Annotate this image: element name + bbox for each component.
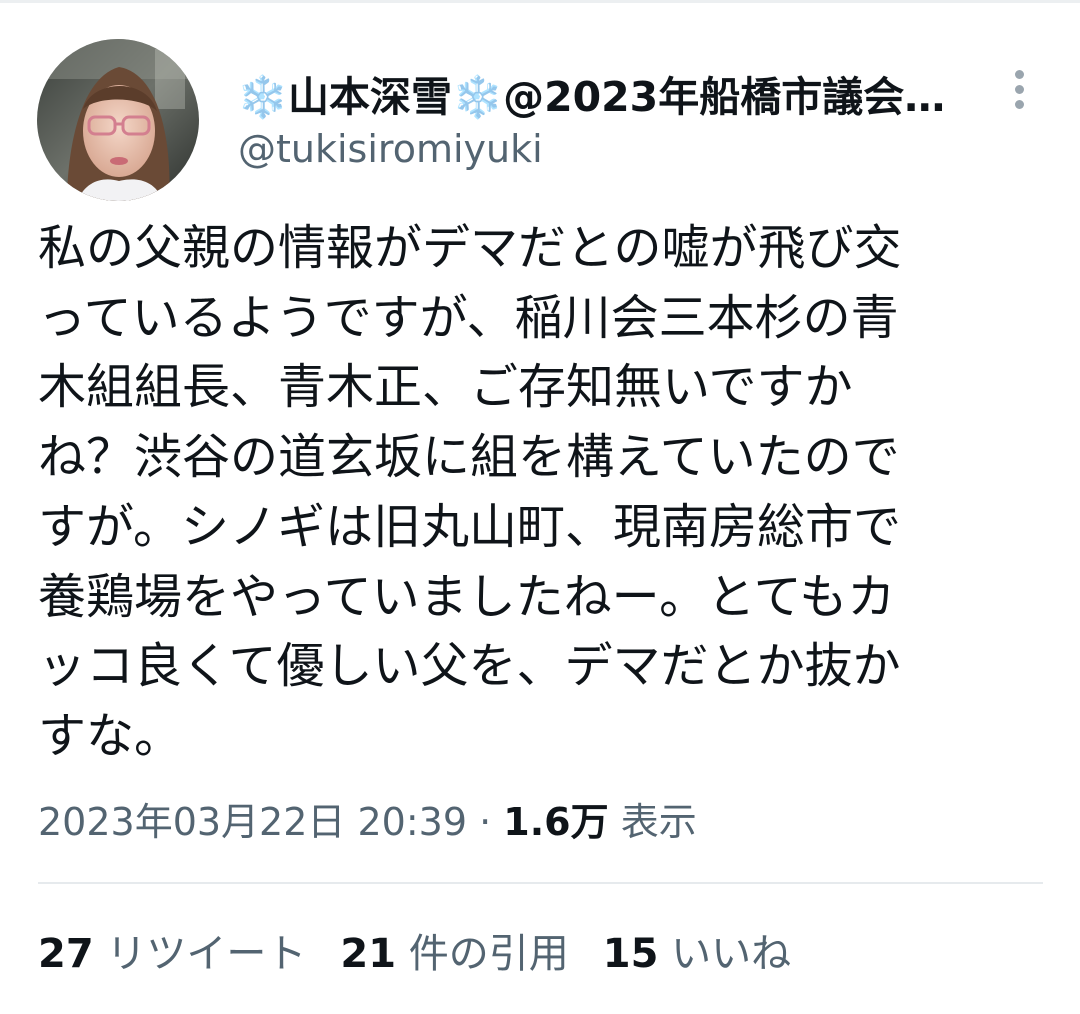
more-vertical-icon[interactable] — [1000, 62, 1040, 118]
author-handle[interactable]: @tukisiromiyuki — [238, 122, 543, 176]
likes-label: いいね — [671, 931, 792, 977]
tweet-meta: 2023年03月22日 20:39 · 1.6万 表示 — [38, 792, 697, 852]
quotes-count: 21 — [340, 931, 397, 977]
author-display-name[interactable]: ❄️山本深雪❄️@2023年船橋市議会議員選挙立候補予定 — [237, 68, 977, 126]
engagement-stats: 27 リツイート 21 件の引用 15 いいね — [38, 923, 791, 985]
views-count: 1.6万 — [503, 800, 609, 844]
avatar[interactable] — [37, 39, 199, 201]
quotes-stat[interactable]: 21 件の引用 — [340, 931, 568, 977]
top-divider — [0, 0, 1080, 3]
likes-count: 15 — [602, 931, 659, 977]
likes-stat[interactable]: 15 いいね — [603, 931, 791, 977]
retweets-label: リツイート — [106, 931, 307, 977]
meta-separator: · — [467, 800, 504, 844]
meta-divider — [38, 882, 1043, 884]
avatar-image — [37, 39, 199, 201]
views-label: 表示 — [620, 800, 697, 844]
tweet-timestamp[interactable]: 2023年03月22日 20:39 — [38, 800, 467, 844]
quotes-label: 件の引用 — [408, 931, 569, 977]
tweet-text: 私の父親の情報がデマだとの嘘が飛び交 っているようですが、稲川会三本杉の青 木組… — [38, 220, 902, 764]
retweets-stat[interactable]: 27 リツイート — [38, 931, 306, 977]
retweets-count: 27 — [38, 931, 94, 977]
